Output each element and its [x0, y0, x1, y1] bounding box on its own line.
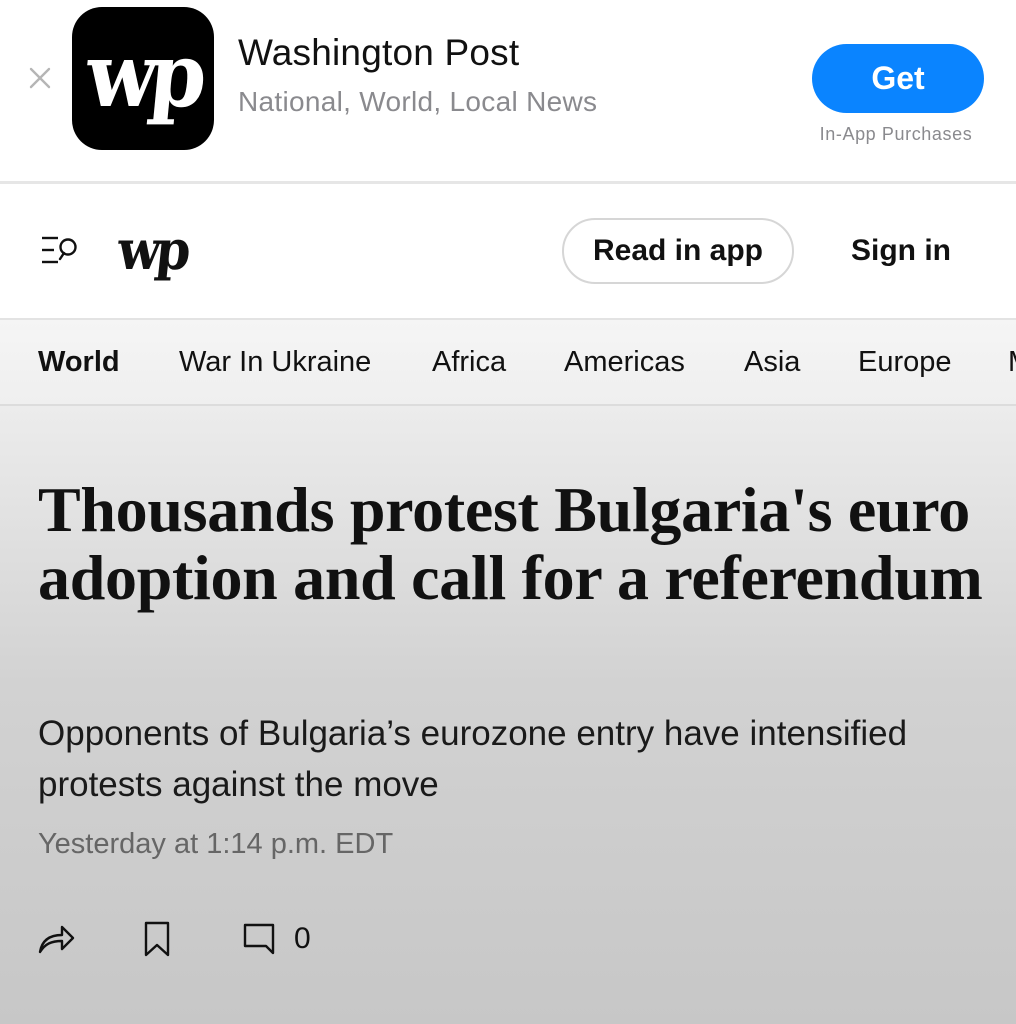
nav-item-more[interactable]: M	[1008, 346, 1016, 379]
site-logo[interactable]: wp	[115, 217, 190, 282]
app-icon[interactable]: wp	[72, 7, 214, 150]
nav-item-war-in-ukraine[interactable]: War In Ukraine	[179, 346, 371, 379]
comment-count: 0	[294, 922, 311, 955]
nav-item-africa[interactable]: Africa	[432, 346, 506, 379]
app-name: Washington Post	[238, 32, 520, 73]
nav-item-europe[interactable]: Europe	[858, 346, 952, 379]
article-headline: Thousands protest Bulgaria's euro adopti…	[38, 474, 983, 613]
smart-app-banner: wp Washington Post National, World, Loca…	[0, 0, 1016, 184]
article-timestamp: Yesterday at 1:14 p.m. EDT	[38, 828, 394, 860]
in-app-purchases-note: In-App Purchases	[819, 124, 973, 144]
nav-item-asia[interactable]: Asia	[744, 346, 800, 379]
nav-item-world[interactable]: World	[38, 346, 120, 379]
app-icon-logo: wp	[81, 23, 205, 128]
article-dek: Opponents of Bulgaria’s eurozone entry h…	[38, 714, 908, 804]
get-app-button[interactable]: Get	[812, 44, 984, 113]
read-in-app-button[interactable]: Read in app	[562, 218, 794, 284]
site-header: wp Read in app Sign in	[0, 184, 1016, 319]
bookmark-icon[interactable]	[142, 920, 172, 958]
article-header: Thousands protest Bulgaria's euro adopti…	[0, 406, 1016, 1024]
share-icon[interactable]	[36, 918, 76, 958]
comment-icon[interactable]	[242, 922, 276, 956]
app-subtitle: National, World, Local News	[238, 86, 598, 117]
close-icon[interactable]	[26, 64, 54, 92]
nav-item-americas[interactable]: Americas	[564, 346, 685, 379]
menu-search-icon[interactable]	[40, 234, 80, 268]
section-nav: World War In Ukraine Africa Americas Asi…	[0, 320, 1016, 406]
sign-in-link[interactable]: Sign in	[851, 234, 951, 268]
